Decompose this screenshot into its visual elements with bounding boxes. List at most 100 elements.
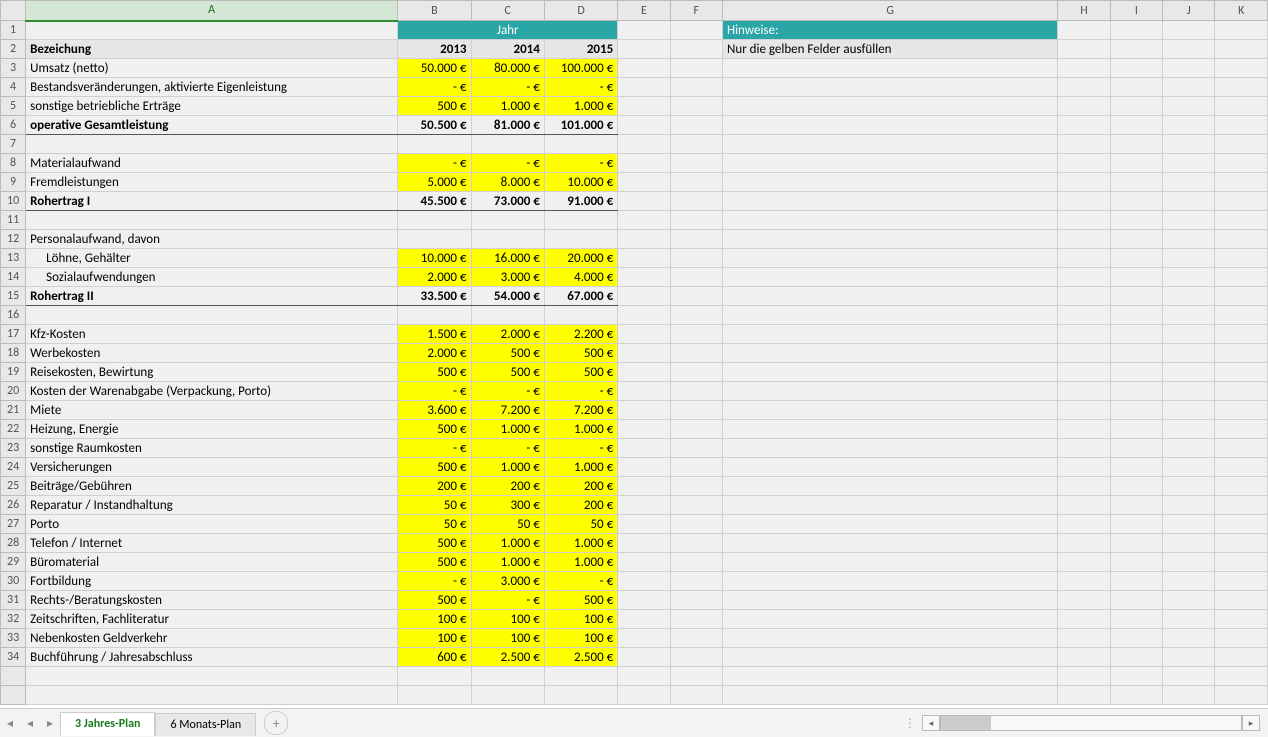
cell-A11[interactable] — [26, 211, 398, 230]
cell-F5[interactable] — [670, 97, 722, 116]
cell-F34[interactable] — [670, 648, 722, 667]
cell-C27[interactable]: 50 € — [471, 515, 544, 534]
cell-F6[interactable] — [670, 116, 722, 135]
cell-A27[interactable]: Porto — [26, 515, 398, 534]
cell-A34[interactable]: Buchführung / Jahresabschluss — [26, 648, 398, 667]
cell-K22[interactable] — [1215, 420, 1268, 439]
cell-C29[interactable]: 1.000 € — [471, 553, 544, 572]
cell-E31[interactable] — [618, 591, 670, 610]
row-header-12[interactable]: 12 — [1, 230, 26, 249]
tab-nav-first-icon[interactable]: ◂ — [0, 716, 20, 731]
cell-C21[interactable]: 7.200 € — [471, 401, 544, 420]
cell-J33[interactable] — [1163, 629, 1215, 648]
cell-J14[interactable] — [1163, 268, 1215, 287]
cell-B8[interactable]: - € — [398, 154, 471, 173]
cell-A24[interactable]: Versicherungen — [26, 458, 398, 477]
cell-K30[interactable] — [1215, 572, 1268, 591]
col-header-I[interactable]: I — [1110, 1, 1162, 21]
cell-B6[interactable]: 50.500 € — [398, 116, 471, 135]
cell-D30[interactable]: - € — [544, 572, 617, 591]
cell-F29[interactable] — [670, 553, 722, 572]
cell-G33[interactable] — [722, 629, 1057, 648]
cell-D18[interactable]: 500 € — [544, 344, 617, 363]
cell-A6[interactable]: operative Gesamtleistung — [26, 116, 398, 135]
cell-B9[interactable]: 5.000 € — [398, 173, 471, 192]
cell-H8[interactable] — [1058, 154, 1110, 173]
cell-G8[interactable] — [722, 154, 1057, 173]
cell-C28[interactable]: 1.000 € — [471, 534, 544, 553]
cell-G9[interactable] — [722, 173, 1057, 192]
cell-D26[interactable]: 200 € — [544, 496, 617, 515]
cell-K24[interactable] — [1215, 458, 1268, 477]
cell-E2[interactable] — [618, 40, 670, 59]
cell-H7[interactable] — [1058, 135, 1110, 154]
cell-G5[interactable] — [722, 97, 1057, 116]
cell-I5[interactable] — [1110, 97, 1162, 116]
cell-H28[interactable] — [1058, 534, 1110, 553]
cell-A35[interactable] — [26, 667, 398, 686]
cell-K35[interactable] — [1215, 667, 1268, 686]
row-header-25[interactable]: 25 — [1, 477, 26, 496]
col-header-C[interactable]: C — [471, 1, 544, 21]
cell-F22[interactable] — [670, 420, 722, 439]
row-header-11[interactable]: 11 — [1, 211, 26, 230]
cell-C34[interactable]: 2.500 € — [471, 648, 544, 667]
cell-C32[interactable]: 100 € — [471, 610, 544, 629]
cell-H13[interactable] — [1058, 249, 1110, 268]
cell-J35[interactable] — [1163, 667, 1215, 686]
cell-C14[interactable]: 3.000 € — [471, 268, 544, 287]
cell-J8[interactable] — [1163, 154, 1215, 173]
cell-B5[interactable]: 500 € — [398, 97, 471, 116]
cell-A32[interactable]: Zeitschriften, Fachliteratur — [26, 610, 398, 629]
cell-year-2015[interactable]: 2015 — [544, 40, 617, 59]
cell-H3[interactable] — [1058, 59, 1110, 78]
cell-K10[interactable] — [1215, 192, 1268, 211]
cell-E19[interactable] — [618, 363, 670, 382]
cell-K21[interactable] — [1215, 401, 1268, 420]
cell-I22[interactable] — [1110, 420, 1162, 439]
cell-F33[interactable] — [670, 629, 722, 648]
cell-C15[interactable]: 54.000 € — [471, 287, 544, 306]
cell-E34[interactable] — [618, 648, 670, 667]
cell-B7[interactable] — [398, 135, 471, 154]
cell-K17[interactable] — [1215, 325, 1268, 344]
grid-area[interactable]: ABCDEFGHIJK 1JahrHinweise:2Bezeichung201… — [0, 0, 1268, 709]
tab-nav-prev-icon[interactable]: ◂ — [20, 716, 40, 731]
cell-E30[interactable] — [618, 572, 670, 591]
cell-I19[interactable] — [1110, 363, 1162, 382]
cell-B16[interactable] — [398, 306, 471, 325]
cell-A16[interactable] — [26, 306, 398, 325]
cell-H30[interactable] — [1058, 572, 1110, 591]
cell-H26[interactable] — [1058, 496, 1110, 515]
cell-E21[interactable] — [618, 401, 670, 420]
cell-G11[interactable] — [722, 211, 1057, 230]
row-header-1[interactable]: 1 — [1, 21, 26, 40]
cell-K28[interactable] — [1215, 534, 1268, 553]
cell-B12[interactable] — [398, 230, 471, 249]
cell-A26[interactable]: Reparatur / Instandhaltung — [26, 496, 398, 515]
cell-K19[interactable] — [1215, 363, 1268, 382]
row-header-14[interactable]: 14 — [1, 268, 26, 287]
cell-D11[interactable] — [544, 211, 617, 230]
cell-H1[interactable] — [1058, 21, 1110, 40]
cell-D19[interactable]: 500 € — [544, 363, 617, 382]
cell-E5[interactable] — [618, 97, 670, 116]
cell-A12[interactable]: Personalaufwand, davon — [26, 230, 398, 249]
cell-K23[interactable] — [1215, 439, 1268, 458]
cell-K25[interactable] — [1215, 477, 1268, 496]
cell-K16[interactable] — [1215, 306, 1268, 325]
row-header-19[interactable]: 19 — [1, 363, 26, 382]
cell-I27[interactable] — [1110, 515, 1162, 534]
cell-A20[interactable]: Kosten der Warenabgabe (Verpackung, Port… — [26, 382, 398, 401]
cell-E13[interactable] — [618, 249, 670, 268]
cell-A14[interactable]: Sozialaufwendungen — [26, 268, 398, 287]
cell-E7[interactable] — [618, 135, 670, 154]
cell-C7[interactable] — [471, 135, 544, 154]
add-sheet-button[interactable]: + — [264, 711, 288, 735]
cell-B15[interactable]: 33.500 € — [398, 287, 471, 306]
cell-J28[interactable] — [1163, 534, 1215, 553]
cell-A13[interactable]: Löhne, Gehälter — [26, 249, 398, 268]
cell-K26[interactable] — [1215, 496, 1268, 515]
cell-G23[interactable] — [722, 439, 1057, 458]
row-header-24[interactable]: 24 — [1, 458, 26, 477]
